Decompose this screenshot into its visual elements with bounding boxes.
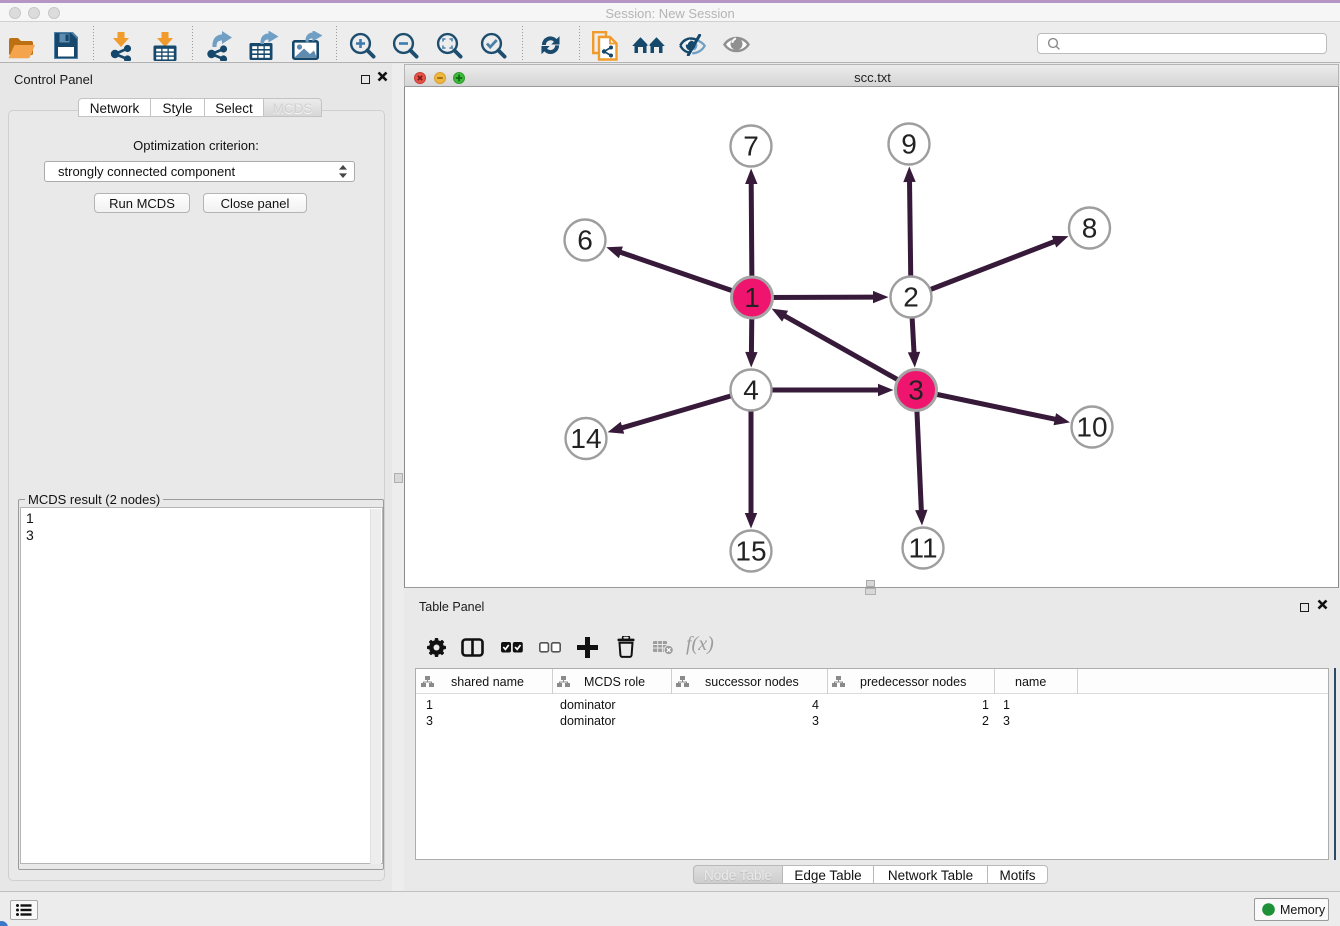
svg-text:15: 15: [735, 536, 766, 567]
svg-text:8: 8: [1082, 213, 1098, 244]
svg-text:9: 9: [901, 129, 917, 160]
svg-text:1: 1: [744, 282, 760, 313]
svg-text:4: 4: [743, 375, 759, 406]
svg-text:3: 3: [908, 375, 924, 406]
svg-text:7: 7: [743, 131, 759, 162]
svg-text:11: 11: [908, 533, 937, 564]
svg-text:6: 6: [577, 225, 593, 256]
svg-text:14: 14: [570, 423, 601, 454]
svg-text:2: 2: [903, 282, 919, 313]
svg-text:10: 10: [1076, 412, 1107, 443]
